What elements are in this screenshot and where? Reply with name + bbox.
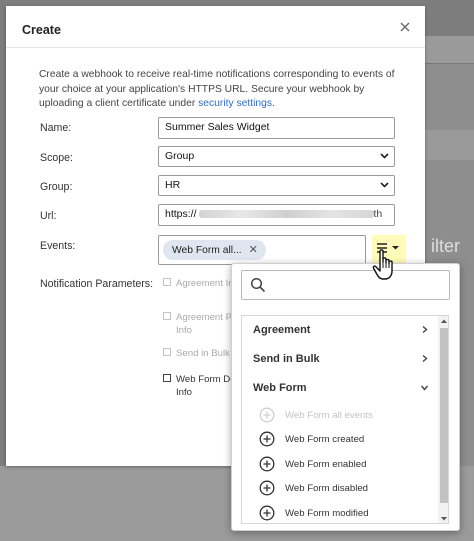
scroll-down-arrow-icon[interactable] [440,516,448,522]
plus-circle-icon [259,431,275,447]
search-icon [250,277,266,293]
chevron-down-icon [420,385,429,391]
plus-circle-icon [259,505,275,521]
description-end: . [271,98,275,109]
plus-circle-icon [259,407,275,423]
group-select[interactable]: HR [158,175,395,196]
url-prefix: https:// [165,208,197,220]
category-web-form[interactable]: Web Form [242,374,438,400]
scroll-up-arrow-icon[interactable] [440,318,448,324]
category-send-in-bulk[interactable]: Send in Bulk [242,345,438,371]
event-item-label: Web Form all events [285,410,373,421]
modal-description: Create a webhook to receive real-time no… [39,68,399,112]
url-redacted [198,210,374,219]
category-label: Web Form [253,382,307,394]
events-search-input[interactable] [272,275,442,295]
url-input[interactable]: https:// th [158,204,395,226]
category-agreement[interactable]: Agreement [242,316,438,342]
hand-cursor-icon [372,249,393,280]
plus-circle-icon [259,456,275,472]
close-icon[interactable] [397,19,413,35]
events-list-scrollbar[interactable] [438,316,448,523]
chip-remove-icon[interactable]: ✕ [249,243,258,256]
event-item-web-form-all-events[interactable]: Web Form all events [259,407,439,429]
checkbox[interactable] [163,278,171,286]
name-label: Name: [40,122,72,134]
notification-params-label: Notification Parameters: [40,278,154,290]
scope-select-value: Group [165,150,195,162]
event-item-web-form-disabled[interactable]: Web Form disabled [259,480,439,502]
chevron-down-icon [380,182,389,188]
scope-label: Scope: [40,152,73,164]
checkbox[interactable] [163,348,171,356]
events-search-box[interactable] [241,270,450,300]
background-filter-text: ilter [431,236,461,256]
event-item-web-form-enabled[interactable]: Web Form enabled [259,456,439,478]
category-label: Agreement [253,324,311,336]
event-item-web-form-modified[interactable]: Web Form modified [259,505,439,523]
event-chip: Web Form all... ✕ [163,240,266,260]
group-select-value: HR [165,179,181,191]
event-item-label: Web Form disabled [285,483,369,494]
event-item-label: Web Form enabled [285,459,367,470]
security-settings-link[interactable]: security settings [198,98,272,109]
events-dropdown: Agreement Send in Bulk Web Form Web Form… [231,263,460,531]
scrollbar-thumb[interactable] [440,328,448,503]
events-input[interactable]: Web Form all... ✕ [158,235,366,265]
modal-header: Create [6,6,425,48]
events-list: Agreement Send in Bulk Web Form Web Form… [241,315,449,524]
events-label: Events: [40,240,76,252]
checkbox[interactable] [163,312,171,320]
category-label: Send in Bulk [253,353,320,365]
plus-circle-icon [259,480,275,496]
chevron-right-icon [422,354,428,363]
name-input[interactable]: Summer Sales Widget [158,117,395,139]
modal-title: Create [22,23,61,37]
event-item-web-form-created[interactable]: Web Form created [259,431,439,453]
url-suffix: th [373,208,383,221]
scope-select[interactable]: Group [158,146,395,167]
event-chip-label: Web Form all... [172,245,242,256]
chevron-down-icon [380,153,389,159]
group-label: Group: [40,181,73,193]
url-label: Url: [40,210,57,222]
checkbox[interactable] [163,374,171,382]
event-item-label: Web Form created [285,434,365,445]
event-item-label: Web Form modified [285,508,369,519]
background-header-band [424,36,474,64]
chevron-right-icon [422,325,428,334]
background-toolbar-band [424,130,474,160]
